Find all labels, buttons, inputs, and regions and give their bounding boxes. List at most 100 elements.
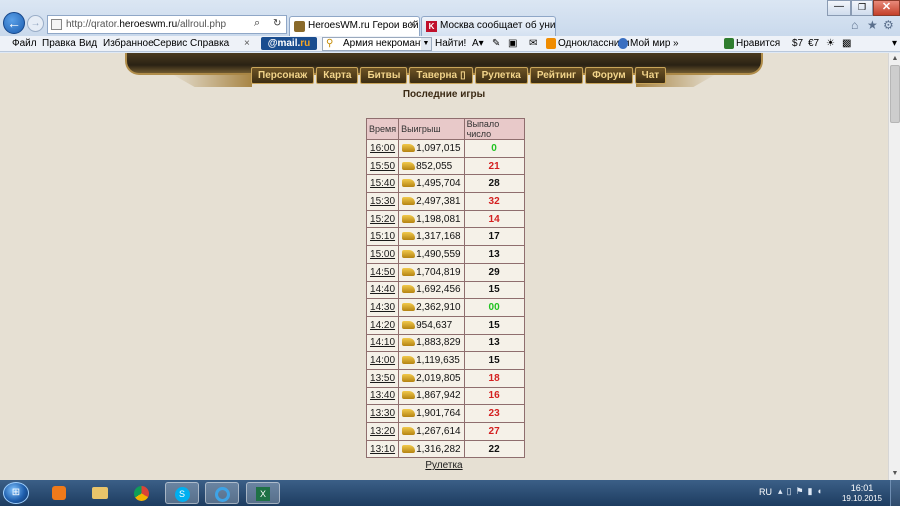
- nav-chat[interactable]: Чат: [634, 67, 667, 84]
- nav-battles[interactable]: Битвы: [360, 67, 408, 84]
- find-button[interactable]: Найти!: [435, 38, 466, 49]
- clock-date[interactable]: 19.10.2015: [838, 494, 886, 503]
- maximize-button[interactable]: ❐: [851, 0, 873, 16]
- time-link[interactable]: 15:40: [370, 178, 395, 189]
- tab-close-icon[interactable]: ×: [409, 19, 415, 30]
- cell-number: 15: [463, 280, 525, 300]
- usd-rate[interactable]: $7: [792, 38, 803, 49]
- menu-view[interactable]: Вид: [79, 38, 97, 49]
- menu-edit[interactable]: Правка: [42, 38, 76, 49]
- page-viewport: Персонаж Карта Битвы Таверна ▯ Рулетка Ре…: [0, 53, 888, 480]
- time-link[interactable]: 13:20: [370, 426, 395, 437]
- heroeswm-favicon-icon: [294, 21, 305, 32]
- more-tools-icon[interactable]: »: [673, 38, 679, 49]
- nav-character[interactable]: Персонаж: [251, 67, 315, 84]
- time-link[interactable]: 14:40: [370, 284, 395, 295]
- scroll-up-arrow-icon[interactable]: ▲: [889, 53, 900, 64]
- mailru-logo[interactable]: @mail.ru: [261, 37, 317, 50]
- time-link[interactable]: 14:50: [370, 267, 395, 278]
- scroll-thumb[interactable]: [890, 65, 900, 123]
- taskbar-internet-explorer[interactable]: [205, 482, 239, 504]
- news-favicon-icon: K: [426, 21, 437, 32]
- chevron-down-icon[interactable]: ▼: [421, 38, 431, 50]
- menu-help[interactable]: Справка: [190, 38, 229, 49]
- taskbar-chrome[interactable]: [124, 482, 158, 504]
- cell-number: 21: [463, 156, 525, 176]
- time-link[interactable]: 16:00: [370, 143, 395, 154]
- toolbar-chevron-down-icon[interactable]: ▾: [892, 38, 897, 49]
- address-bar[interactable]: http://qrator.heroeswm.ru/allroul.php ⌕ …: [47, 15, 287, 34]
- time-link[interactable]: 14:30: [370, 302, 395, 313]
- clock-time[interactable]: 16:01: [840, 483, 884, 493]
- minimize-button[interactable]: —: [827, 0, 851, 16]
- cell-time: 13:20: [365, 422, 400, 441]
- moy-mir-link[interactable]: Мой мир: [630, 38, 670, 49]
- nav-roulette[interactable]: Рулетка: [474, 67, 528, 84]
- time-link[interactable]: 14:00: [370, 355, 395, 366]
- tray-icons[interactable]: ▴▯⚑▮◖: [778, 486, 826, 497]
- folder-icon: [92, 487, 108, 500]
- gold-icon: [402, 373, 416, 382]
- menu-favorites[interactable]: Избранное: [103, 38, 154, 49]
- last-games-table: Время Выигрыш Выпало число 16:00 1,097,01…: [365, 118, 525, 459]
- close-window-button[interactable]: ✕: [873, 0, 900, 16]
- time-link[interactable]: 15:50: [370, 161, 395, 172]
- roulette-link[interactable]: Рулетка: [425, 460, 462, 471]
- home-icon[interactable]: ⌂: [851, 18, 858, 32]
- pictures-icon[interactable]: ▩: [842, 38, 851, 49]
- time-link[interactable]: 14:20: [370, 320, 395, 331]
- translate-icon[interactable]: ▣: [508, 38, 517, 49]
- vertical-scrollbar[interactable]: ▲ ▼: [888, 53, 900, 480]
- roulette-footer: Рулетка: [0, 460, 888, 471]
- time-link[interactable]: 15:00: [370, 249, 395, 260]
- cell-win: 1,198,081: [398, 209, 465, 229]
- favorites-star-icon[interactable]: ★: [867, 18, 878, 32]
- address-search-icon[interactable]: ⌕: [254, 17, 260, 30]
- column-win: Выигрыш: [398, 118, 465, 140]
- time-link[interactable]: 13:50: [370, 373, 395, 384]
- taskbar-excel[interactable]: X: [246, 482, 280, 504]
- cell-number: 29: [463, 262, 525, 282]
- back-button[interactable]: ←: [3, 12, 25, 34]
- weather-icon[interactable]: ☀: [826, 38, 835, 49]
- time-link[interactable]: 15:30: [370, 196, 395, 207]
- time-link[interactable]: 14:10: [370, 337, 395, 348]
- time-link[interactable]: 13:30: [370, 408, 395, 419]
- gold-icon: [402, 320, 416, 329]
- nav-map[interactable]: Карта: [316, 67, 359, 84]
- refresh-icon[interactable]: ↻: [273, 18, 281, 29]
- toolbar-close-icon[interactable]: ×: [244, 38, 250, 49]
- eur-rate[interactable]: €7: [808, 38, 819, 49]
- cell-win: 1,883,829: [398, 333, 465, 353]
- scroll-down-arrow-icon[interactable]: ▼: [889, 468, 900, 479]
- like-button[interactable]: Нравится: [736, 38, 780, 49]
- nav-forum[interactable]: Форум: [585, 67, 633, 84]
- mail-icon[interactable]: ✉: [529, 38, 537, 49]
- table-row: 14:10 1,883,829 13: [365, 333, 525, 353]
- start-button[interactable]: ⊞: [3, 482, 29, 504]
- tab-news[interactable]: K Москва сообщает об уничто...: [421, 16, 556, 36]
- nav-rating[interactable]: Рейтинг: [529, 67, 584, 84]
- taskbar-explorer[interactable]: [83, 482, 117, 504]
- cell-number: 18: [463, 368, 525, 388]
- highlight-icon[interactable]: ✎: [492, 38, 500, 49]
- site-page-icon: [51, 19, 62, 30]
- cell-win: 852,055: [398, 156, 465, 176]
- menu-tools[interactable]: Сервис: [153, 38, 187, 49]
- menu-file[interactable]: Файл: [12, 38, 37, 49]
- gear-icon[interactable]: ⚙: [883, 18, 894, 32]
- taskbar-skype[interactable]: S: [165, 482, 199, 504]
- nav-tavern[interactable]: Таверна ▯: [409, 67, 473, 84]
- time-link[interactable]: 13:10: [370, 444, 395, 455]
- time-link[interactable]: 15:20: [370, 214, 395, 225]
- time-link[interactable]: 15:10: [370, 231, 395, 242]
- taskbar-media-player[interactable]: [42, 482, 76, 504]
- tab-heroeswm[interactable]: HeroesWM.ru Герои войн... ×: [289, 16, 420, 36]
- font-icon[interactable]: A▾: [472, 38, 484, 49]
- cell-time: 15:40: [365, 174, 400, 194]
- toolbar-search-input[interactable]: ⚲ Армия некромантов ▼: [322, 37, 432, 51]
- time-link[interactable]: 13:40: [370, 390, 395, 401]
- forward-button[interactable]: →: [27, 15, 44, 32]
- language-indicator[interactable]: RU: [759, 487, 772, 497]
- show-desktop-button[interactable]: [890, 480, 900, 506]
